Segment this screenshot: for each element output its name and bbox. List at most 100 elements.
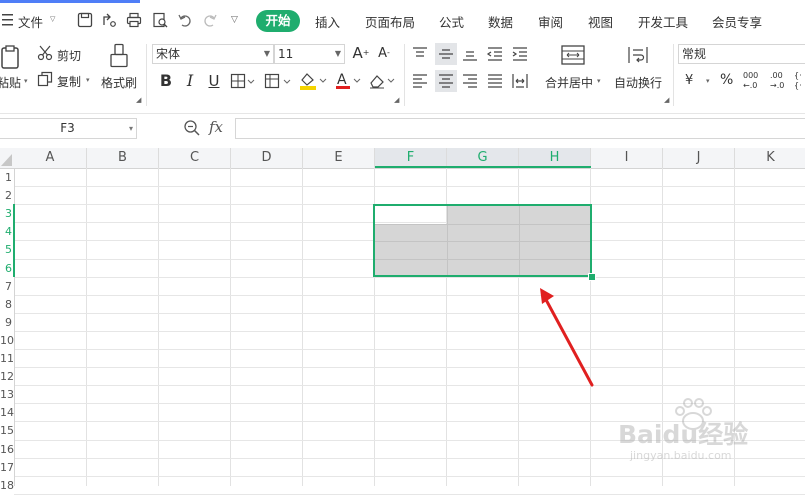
print-preview-icon[interactable] <box>152 12 168 28</box>
column-header-a[interactable]: A <box>14 148 87 168</box>
font-launcher-icon[interactable]: ◢ <box>394 96 399 104</box>
bold-button[interactable]: B <box>156 71 176 91</box>
number-format-select[interactable]: 常规 <box>678 44 805 64</box>
column-header-e[interactable]: E <box>303 148 375 168</box>
column-header-g[interactable]: G <box>447 148 519 168</box>
distribute-icon[interactable] <box>511 72 529 90</box>
paste-dropdown-icon[interactable]: ▾ <box>24 77 28 85</box>
column-header-h[interactable]: H <box>519 148 591 168</box>
chevron-down-icon[interactable]: ▽ <box>50 15 55 23</box>
currency-button[interactable]: ¥ <box>685 73 693 88</box>
column-header-d[interactable]: D <box>231 148 303 168</box>
align-right-icon[interactable] <box>461 72 479 90</box>
undo-icon[interactable] <box>177 12 193 28</box>
wrap-text-icon[interactable] <box>626 43 650 67</box>
align-left-icon[interactable] <box>411 72 429 90</box>
cell-style-icon[interactable] <box>264 73 292 89</box>
zoom-icon[interactable] <box>183 119 201 137</box>
fx-icon[interactable]: fx <box>209 118 223 136</box>
formula-input[interactable] <box>235 118 805 139</box>
tab-page-layout[interactable]: 页面布局 <box>365 12 415 31</box>
share-icon[interactable] <box>101 12 117 28</box>
merge-center-button[interactable]: 合并居中 <box>545 74 593 91</box>
column-header-c[interactable]: C <box>159 148 231 168</box>
justify-icon[interactable] <box>486 72 504 90</box>
merge-dropdown-icon[interactable]: ▾ <box>597 77 601 85</box>
format-painter-icon[interactable] <box>108 43 130 69</box>
redo-icon[interactable] <box>202 12 218 28</box>
merge-center-icon[interactable] <box>560 43 586 67</box>
row-header-5[interactable]: 5 <box>0 243 14 257</box>
selection-border[interactable] <box>373 204 592 277</box>
alignment-launcher-icon[interactable]: ◢ <box>664 96 669 104</box>
paste-icon[interactable] <box>0 44 24 72</box>
currency-dropdown-icon[interactable]: ▾ <box>706 77 710 85</box>
tab-view[interactable]: 视图 <box>588 12 613 31</box>
row-header-10[interactable]: 10 <box>0 334 14 348</box>
tab-insert[interactable]: 插入 <box>315 12 340 31</box>
row-header-1[interactable]: 1 <box>0 171 14 185</box>
number-more-icon[interactable]: {· {· <box>794 70 805 92</box>
align-middle-icon[interactable] <box>435 43 457 65</box>
row-header-12[interactable]: 12 <box>0 370 14 384</box>
column-header-b[interactable]: B <box>87 148 159 168</box>
save-icon[interactable] <box>77 12 93 28</box>
border-icon[interactable] <box>230 73 256 89</box>
row-header-2[interactable]: 2 <box>0 189 14 203</box>
increase-font-icon[interactable]: A+ <box>351 43 371 63</box>
tab-member[interactable]: 会员专享 <box>712 12 762 31</box>
decrease-indent-icon[interactable] <box>486 45 504 63</box>
column-header-f[interactable]: F <box>375 148 447 168</box>
decrease-decimal-icon[interactable]: .00 →.0 <box>768 70 790 92</box>
customize-toolbar-icon[interactable]: ▽ <box>231 15 238 25</box>
copy-button[interactable]: 复制 <box>57 73 81 90</box>
increase-decimal-icon[interactable]: 000 ←.0 <box>741 70 763 92</box>
cut-button[interactable]: 剪切 <box>57 47 81 64</box>
column-header-i[interactable]: I <box>591 148 663 168</box>
print-icon[interactable] <box>126 12 142 28</box>
font-name-select[interactable]: 宋体 ▼ <box>152 44 274 64</box>
decrease-font-icon[interactable]: A- <box>374 43 394 63</box>
row-header-8[interactable]: 8 <box>0 298 14 312</box>
row-header-6[interactable]: 6 <box>0 262 14 276</box>
align-bottom-icon[interactable] <box>461 45 479 63</box>
tab-data[interactable]: 数据 <box>488 12 513 31</box>
row-header-15[interactable]: 15 <box>0 424 14 438</box>
row-header-17[interactable]: 17 <box>0 461 14 475</box>
fill-color-icon[interactable] <box>298 71 328 91</box>
tab-review[interactable]: 审阅 <box>538 12 563 31</box>
row-header-14[interactable]: 14 <box>0 406 14 420</box>
clear-format-icon[interactable] <box>368 71 396 91</box>
copy-dropdown-icon[interactable]: ▾ <box>86 76 90 84</box>
row-header-9[interactable]: 9 <box>0 316 14 330</box>
hamburger-icon[interactable] <box>2 13 14 27</box>
select-all-corner[interactable] <box>0 148 14 168</box>
clipboard-launcher-icon[interactable]: ◢ <box>136 96 141 104</box>
row-header-3[interactable]: 3 <box>0 207 14 221</box>
align-center-icon[interactable] <box>435 70 457 92</box>
row-header-4[interactable]: 4 <box>0 225 14 239</box>
tab-developer[interactable]: 开发工具 <box>638 12 688 31</box>
font-size-select[interactable]: 11 ▼ <box>274 44 345 64</box>
wrap-text-button[interactable]: 自动换行 <box>614 74 662 91</box>
percent-button[interactable]: % <box>720 72 733 88</box>
italic-button[interactable]: I <box>180 71 200 91</box>
underline-button[interactable]: U <box>204 71 224 91</box>
font-color-icon[interactable]: A <box>334 71 362 91</box>
paste-button[interactable]: 粘贴 <box>0 74 21 91</box>
increase-indent-icon[interactable] <box>511 45 529 63</box>
scissors-icon[interactable] <box>37 45 53 61</box>
column-header-j[interactable]: J <box>663 148 735 168</box>
row-header-13[interactable]: 13 <box>0 388 14 402</box>
row-header-18[interactable]: 18 <box>0 479 14 493</box>
tab-formulas[interactable]: 公式 <box>439 12 464 31</box>
tab-start[interactable]: 开始 <box>256 10 300 32</box>
row-header-7[interactable]: 7 <box>0 280 14 294</box>
file-menu[interactable]: 文件 <box>18 12 43 31</box>
name-box[interactable]: F3 ▾ <box>0 118 137 139</box>
format-painter-button[interactable]: 格式刷 <box>101 74 137 91</box>
row-header-11[interactable]: 11 <box>0 352 14 366</box>
align-top-icon[interactable] <box>411 45 429 63</box>
copy-icon[interactable] <box>37 71 53 87</box>
row-header-16[interactable]: 16 <box>0 443 14 457</box>
